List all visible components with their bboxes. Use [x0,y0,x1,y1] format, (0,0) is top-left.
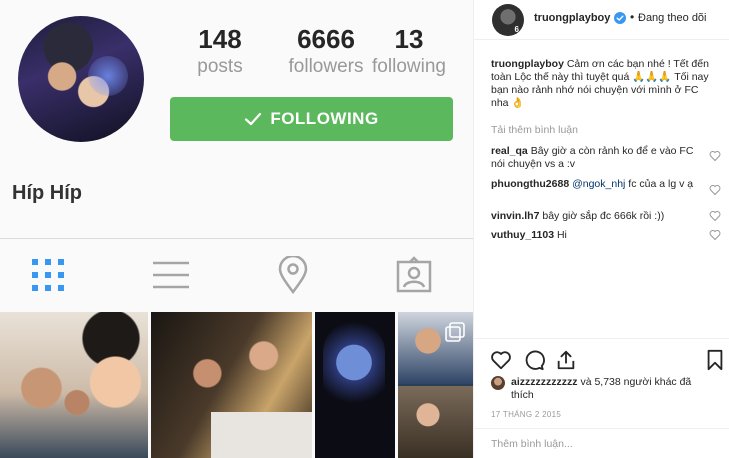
comment-text: Hi [556,229,567,241]
load-more-comments[interactable]: Tải thêm bình luận [491,124,578,136]
post-date: 17 THÁNG 2 2015 [491,410,562,419]
following-count: 13 [394,24,424,54]
grid-icon [32,259,64,291]
posts-label: posts [197,56,243,77]
comment: vinvin.lh7 bây giờ sắp đc 666k rồi :)) [491,210,701,223]
bookmark-icon[interactable] [704,349,726,371]
posts-stat[interactable]: 148 posts [180,24,260,80]
photo-grid [0,312,473,458]
following-button[interactable]: FOLLOWING [170,97,453,141]
comment: vuthuy_1103 Hi [491,229,701,242]
profile-avatar[interactable] [18,16,144,142]
verified-badge-icon [614,12,626,24]
comment-text: bây giờ sắp đc 666k rồi :)) [542,210,665,222]
caption-username[interactable]: truongplayboy [491,58,564,70]
liker-username[interactable]: aizzzzzzzzzzz [511,376,578,388]
comment-username[interactable]: vinvin.lh7 [491,210,539,222]
check-icon [245,112,262,126]
profile-tabbar [0,238,473,312]
comment-like-icon[interactable] [709,184,721,196]
following-label: following [372,56,446,77]
comment: phuongthu2688 @ngok_nhj fc của a lg v ạ [491,178,701,191]
following-stat[interactable]: 13 following [364,24,454,80]
tagged-icon [396,256,432,293]
comment-like-icon[interactable] [709,150,721,162]
photo-thumbnail[interactable] [151,312,312,458]
map-pin-icon [278,256,308,294]
author-avatar[interactable]: 6 [492,4,524,36]
author-username[interactable]: truongplayboy [534,12,610,24]
multiple-photos-icon [445,322,465,342]
post-caption: truongplayboy Cảm ơn các bạn nhé ! Tết đ… [491,58,716,110]
posts-count: 148 [198,24,242,54]
comment-like-icon[interactable] [709,229,721,241]
comment-mention[interactable]: @ngok_nhj [572,178,625,190]
likes-summary: aizzzzzzzzzzz và 5,738 người khác đã thí… [491,376,721,404]
tab-map[interactable] [271,253,315,297]
tab-grid[interactable] [26,253,70,297]
list-icon [153,261,189,289]
profile-stats: 148 posts 6666 followers 13 following [180,24,460,94]
share-icon[interactable] [555,349,577,371]
comment-icon[interactable] [523,349,545,371]
header-separator: • [630,10,635,24]
liker-avatar[interactable] [491,376,505,390]
comment-username[interactable]: real_qa [491,145,528,157]
post-sidebar: 6 truongplayboy • Đang theo dõi truongpl… [473,0,729,458]
photo-thumbnail[interactable] [398,312,473,458]
follow-status[interactable]: Đang theo dõi [638,12,707,24]
profile-name: Híp Híp [12,182,82,204]
comment-like-icon[interactable] [709,210,721,222]
comment-username[interactable]: vuthuy_1103 [491,229,554,241]
tab-list[interactable] [149,253,193,297]
profile-panel: 148 posts 6666 followers 13 following FO… [0,0,473,458]
heart-icon[interactable] [490,349,512,371]
comment-username[interactable]: phuongthu2688 [491,178,569,190]
add-comment-bar [474,428,729,458]
post-header: 6 truongplayboy • Đang theo dõi [474,0,729,40]
comment-text: fc của a lg v ạ [628,178,694,190]
tab-tagged[interactable] [392,253,436,297]
likes-text: aizzzzzzzzzzz và 5,738 người khác đã thí… [511,376,716,402]
comment: real_qa Bây giờ a còn rảnh ko để e vào F… [491,145,701,171]
post-actions [474,338,729,378]
photo-thumbnail[interactable] [0,312,148,458]
comment-input[interactable] [491,436,711,452]
following-button-label: FOLLOWING [270,109,379,128]
photo-thumbnail[interactable] [315,312,395,458]
